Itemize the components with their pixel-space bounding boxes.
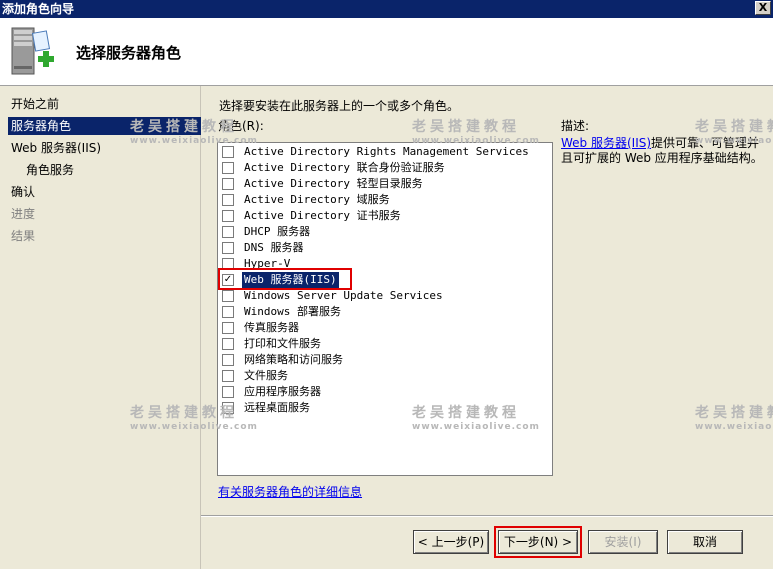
page-title: 选择服务器角色 bbox=[76, 44, 182, 62]
role-label: 传真服务器 bbox=[244, 321, 299, 334]
nav-item-before-you-begin[interactable]: 开始之前 bbox=[8, 95, 198, 113]
role-item[interactable]: 远程桌面服务 bbox=[222, 400, 542, 416]
role-checkbox[interactable] bbox=[222, 226, 234, 238]
role-checkbox[interactable] bbox=[222, 370, 234, 382]
role-label: 打印和文件服务 bbox=[244, 337, 321, 350]
role-checkbox[interactable] bbox=[222, 386, 234, 398]
role-item[interactable]: Active Directory 轻型目录服务 bbox=[222, 176, 542, 192]
role-label: Windows Server Update Services bbox=[244, 289, 443, 302]
role-item[interactable]: 应用程序服务器 bbox=[222, 384, 542, 400]
role-item[interactable]: DNS 服务器 bbox=[222, 240, 542, 256]
more-info-link[interactable]: 有关服务器角色的详细信息 bbox=[218, 483, 362, 500]
role-label: Active Directory 联合身份验证服务 bbox=[244, 161, 445, 174]
role-label: Windows 部署服务 bbox=[244, 305, 341, 318]
role-checkbox[interactable] bbox=[222, 178, 234, 190]
description-link[interactable]: Web 服务器(IIS) bbox=[561, 136, 651, 150]
roles-label: 角色(R): bbox=[218, 119, 264, 133]
wizard-header: 选择服务器角色 bbox=[0, 18, 773, 86]
role-item[interactable]: 网络策略和访问服务 bbox=[222, 352, 542, 368]
role-checkbox[interactable] bbox=[222, 338, 234, 350]
nav-item-role-services[interactable]: 角色服务 bbox=[23, 161, 193, 179]
role-checkbox[interactable] bbox=[222, 210, 234, 222]
role-checkbox[interactable] bbox=[222, 354, 234, 366]
window-titlebar: 添加角色向导 X bbox=[0, 0, 773, 18]
role-label: 文件服务 bbox=[244, 369, 288, 382]
role-checkbox[interactable] bbox=[222, 146, 234, 158]
role-label: 应用程序服务器 bbox=[244, 385, 321, 398]
role-item[interactable]: Active Directory 证书服务 bbox=[222, 208, 542, 224]
role-label: Active Directory 域服务 bbox=[244, 193, 390, 206]
role-label: Active Directory Rights Management Servi… bbox=[244, 145, 529, 158]
role-label: Active Directory 证书服务 bbox=[244, 209, 401, 222]
watermark: 老吴搭建教程 www.weixiaolive.com bbox=[695, 402, 773, 432]
watermark-url: www.weixiaolive.com bbox=[695, 422, 773, 432]
role-checkbox[interactable] bbox=[222, 242, 234, 254]
role-label: Active Directory 轻型目录服务 bbox=[244, 177, 423, 190]
highlight-box-next bbox=[494, 526, 582, 558]
roles-listbox[interactable]: Active Directory Rights Management Servi… bbox=[217, 142, 553, 476]
role-checkbox[interactable] bbox=[222, 306, 234, 318]
nav-item-progress: 进度 bbox=[11, 207, 36, 221]
role-item[interactable]: 文件服务 bbox=[222, 368, 542, 384]
role-item[interactable]: 传真服务器 bbox=[222, 320, 542, 336]
role-item[interactable]: Active Directory 联合身份验证服务 bbox=[222, 160, 542, 176]
close-icon: X bbox=[758, 1, 768, 14]
role-checkbox[interactable] bbox=[222, 194, 234, 206]
wizard-steps-sidebar bbox=[0, 86, 201, 569]
watermark-title: 老吴搭建教程 bbox=[695, 119, 773, 135]
server-add-icon bbox=[8, 26, 58, 80]
role-label: DHCP 服务器 bbox=[244, 225, 311, 238]
nav-item-results: 结果 bbox=[11, 229, 36, 243]
nav-item-server-roles[interactable]: 服务器角色 bbox=[8, 117, 201, 135]
role-checkbox[interactable] bbox=[222, 322, 234, 334]
highlight-box-web-server bbox=[218, 268, 352, 290]
role-label: 网络策略和访问服务 bbox=[244, 353, 343, 366]
role-item[interactable]: Windows 部署服务 bbox=[222, 304, 542, 320]
role-item[interactable]: Active Directory 域服务 bbox=[222, 192, 542, 208]
window-title: 添加角色向导 bbox=[2, 2, 75, 16]
nav-item-confirmation[interactable]: 确认 bbox=[8, 183, 198, 201]
role-checkbox[interactable] bbox=[222, 290, 234, 302]
instruction-text: 选择要安装在此服务器上的一个或多个角色。 bbox=[219, 99, 460, 113]
role-item[interactable]: Windows Server Update Services bbox=[222, 288, 542, 304]
back-button[interactable]: < 上一步(P) bbox=[413, 530, 489, 554]
watermark-title: 老吴搭建教程 bbox=[412, 119, 520, 135]
cancel-button[interactable]: 取消 bbox=[667, 530, 743, 554]
role-checkbox[interactable] bbox=[222, 402, 234, 414]
install-button: 安装(I) bbox=[588, 530, 658, 554]
nav-item-web-server[interactable]: Web 服务器(IIS) bbox=[8, 139, 198, 157]
footer-divider-highlight bbox=[201, 516, 773, 517]
role-item[interactable]: Active Directory Rights Management Servi… bbox=[222, 144, 542, 160]
description-label: 描述: bbox=[561, 119, 590, 133]
role-item[interactable]: DHCP 服务器 bbox=[222, 224, 542, 240]
role-item[interactable]: 打印和文件服务 bbox=[222, 336, 542, 352]
role-label: DNS 服务器 bbox=[244, 241, 304, 254]
role-label: 远程桌面服务 bbox=[244, 401, 310, 414]
role-description: Web 服务器(IIS)提供可靠、可管理并且可扩展的 Web 应用程序基础结构。 bbox=[561, 136, 766, 166]
close-button[interactable]: X bbox=[755, 1, 771, 15]
role-checkbox[interactable] bbox=[222, 162, 234, 174]
watermark-title: 老吴搭建教程 bbox=[695, 405, 773, 421]
